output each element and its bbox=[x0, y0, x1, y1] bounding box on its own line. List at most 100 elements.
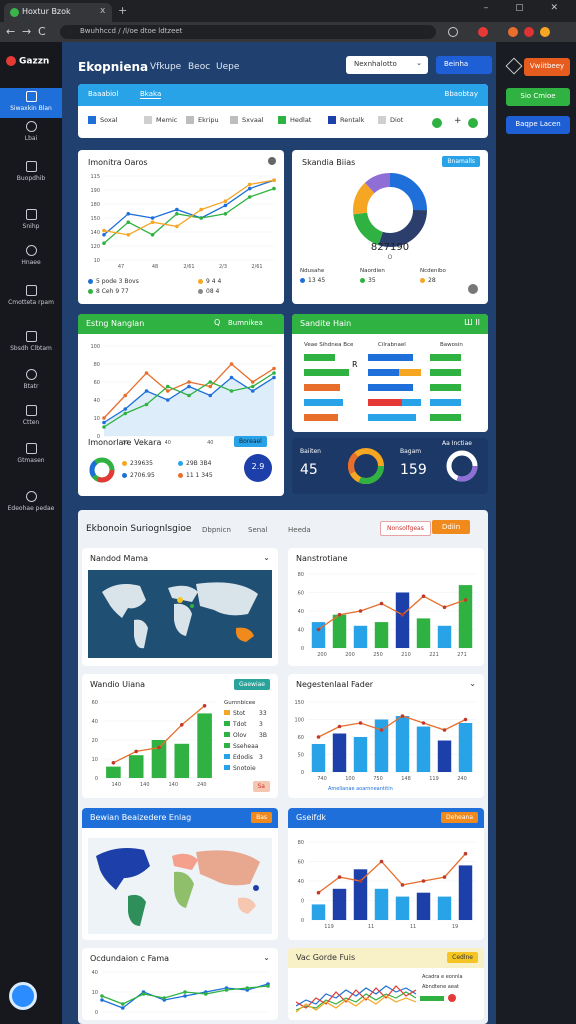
right-button-3[interactable]: Baqpe Lacen bbox=[506, 116, 570, 134]
section-tab[interactable]: Heeda bbox=[288, 526, 311, 534]
top-nav-link[interactable]: Beoc bbox=[188, 62, 210, 72]
tab-label: Ekripu bbox=[198, 116, 219, 124]
stat-label: Bagam bbox=[400, 448, 422, 455]
new-tab-button[interactable]: + bbox=[118, 4, 127, 17]
x-tick-label: 210 bbox=[401, 652, 411, 658]
extension-icon[interactable] bbox=[508, 27, 518, 37]
data-point bbox=[123, 411, 128, 416]
plus-icon[interactable]: + bbox=[454, 116, 462, 126]
footer-chip[interactable]: Sa bbox=[252, 781, 270, 792]
top-nav-link[interactable]: Uepe bbox=[216, 62, 239, 72]
sidebar-item[interactable]: Hnaee bbox=[0, 242, 62, 272]
data-point bbox=[187, 380, 191, 384]
info-icon[interactable] bbox=[268, 157, 276, 165]
window-controls[interactable]: – ▢ ✕ bbox=[484, 3, 570, 13]
x-tick-label: 148 bbox=[401, 776, 411, 782]
panel-sub: Abndtene aeat bbox=[422, 984, 459, 990]
sidebar-item[interactable]: Sbsdh Clbtam bbox=[0, 328, 62, 358]
tab-item[interactable]: Rentalk bbox=[328, 116, 364, 124]
panel-chip[interactable]: Bas bbox=[251, 812, 272, 823]
data-point bbox=[266, 984, 270, 988]
card-chip[interactable]: Bnamalls bbox=[442, 156, 480, 167]
browser-tab[interactable]: Hoxtur Bzok x bbox=[4, 3, 112, 22]
sidebar-item-label: Btatr bbox=[23, 383, 39, 390]
nav-icon bbox=[25, 91, 37, 102]
right-button-1[interactable]: Vwiitbeey bbox=[524, 58, 570, 76]
tab-item[interactable]: Diot bbox=[378, 116, 403, 124]
x-tick-label: 240 bbox=[197, 782, 207, 788]
sidebar-item[interactable]: Buopdhib bbox=[0, 158, 62, 188]
sidebar-item[interactable]: Edeohae pedae bbox=[0, 488, 62, 518]
favicon-icon bbox=[10, 8, 19, 17]
filter-select[interactable]: Nexnhalotto ⌄ bbox=[346, 56, 428, 74]
tabs-header-right: Bbaobtay bbox=[444, 90, 478, 98]
data-point bbox=[144, 402, 149, 407]
tabs-header-mid[interactable]: Bkaka bbox=[140, 90, 162, 99]
tab-item[interactable]: Hedlat bbox=[278, 116, 311, 124]
tab-item[interactable]: Soxal bbox=[88, 116, 118, 124]
sidebar-item[interactable]: Btatr bbox=[0, 366, 62, 396]
panel-chip[interactable]: Gaewiae bbox=[234, 679, 270, 690]
x-tick-label: 40 bbox=[165, 440, 171, 446]
sidebar-item[interactable]: Ctten bbox=[0, 402, 62, 432]
chevron-down-icon[interactable]: ⌄ bbox=[263, 953, 270, 962]
orange-button[interactable]: Ddiin bbox=[432, 520, 471, 534]
panel-chip[interactable]: Deheana bbox=[441, 812, 478, 823]
reload-icon[interactable]: C bbox=[38, 25, 46, 38]
settings-icon[interactable] bbox=[468, 284, 478, 294]
data-point bbox=[337, 612, 342, 617]
top-nav-link[interactable]: Vfkupe bbox=[150, 62, 181, 72]
data-point bbox=[272, 375, 276, 380]
extension-icon[interactable] bbox=[524, 27, 534, 37]
table-bar bbox=[368, 354, 413, 361]
section-tab[interactable]: Dbpnicn bbox=[202, 526, 231, 534]
sidebar-item[interactable]: Lbai bbox=[0, 118, 62, 148]
map-panel: Nandod Mama ⌄ bbox=[82, 548, 278, 666]
tab-icon bbox=[378, 116, 386, 124]
sidebar-item-label: Edeohae pedae bbox=[7, 505, 55, 512]
back-icon[interactable]: ← bbox=[6, 25, 15, 38]
add-icon[interactable] bbox=[468, 118, 478, 128]
data-point bbox=[463, 851, 468, 856]
legend-value: 3B bbox=[259, 732, 267, 739]
sidebar-item[interactable]: Snihp bbox=[0, 206, 62, 236]
section-tab[interactable]: Senal bbox=[248, 526, 267, 534]
tab-item[interactable]: Memic bbox=[144, 116, 177, 124]
url-field[interactable]: Bwuhhccd / /l/oe dtoe ldtzeet bbox=[60, 25, 436, 39]
header-icons[interactable]: Ш ⅠⅠ bbox=[464, 318, 480, 327]
data-point bbox=[463, 598, 468, 602]
tab-item[interactable]: Ekripu bbox=[186, 116, 219, 124]
gear-icon[interactable] bbox=[540, 27, 550, 37]
add-icon[interactable] bbox=[432, 118, 442, 128]
chevron-down-icon[interactable]: ⌄ bbox=[263, 553, 270, 562]
data-point bbox=[223, 212, 228, 216]
extension-icon[interactable] bbox=[478, 27, 488, 37]
info-icon[interactable] bbox=[448, 27, 458, 37]
close-tab-icon[interactable]: x bbox=[100, 6, 105, 16]
header-button[interactable]: Bumnikea bbox=[228, 319, 263, 327]
primary-button[interactable]: Beinha bbox=[436, 56, 492, 74]
sub-chip[interactable]: Boreael bbox=[234, 436, 267, 447]
brand-logo[interactable]: Gazzn bbox=[6, 56, 49, 67]
right-button-2[interactable]: Sio Cmioe bbox=[506, 88, 570, 106]
help-icon[interactable] bbox=[9, 982, 37, 1010]
tab-item[interactable]: Sxvaal bbox=[230, 116, 264, 124]
data-point bbox=[442, 728, 447, 732]
table-bar bbox=[304, 399, 344, 406]
forward-icon[interactable]: → bbox=[22, 25, 31, 38]
data-point bbox=[421, 594, 426, 598]
legend-dot bbox=[88, 279, 93, 284]
y-tick-label: 180 bbox=[90, 202, 100, 208]
search-icon[interactable]: Q bbox=[214, 318, 220, 327]
sidebar-item[interactable]: Cmotteta rpam bbox=[0, 282, 62, 312]
diamond-icon[interactable] bbox=[505, 57, 523, 75]
table-bar bbox=[430, 354, 461, 361]
outline-button[interactable]: Nonsolfgeas bbox=[380, 521, 431, 536]
status-dot bbox=[448, 994, 456, 1002]
chevron-down-icon[interactable]: ⌄ bbox=[469, 679, 476, 688]
sidebar-item[interactable]: Gtmasen bbox=[0, 440, 62, 470]
panel-chip[interactable]: Cedlne bbox=[447, 952, 478, 963]
sidebar-item[interactable]: Siwaxkin Blan bbox=[0, 88, 62, 118]
data-point bbox=[379, 859, 384, 864]
y-tick-label: 40 bbox=[298, 609, 304, 615]
